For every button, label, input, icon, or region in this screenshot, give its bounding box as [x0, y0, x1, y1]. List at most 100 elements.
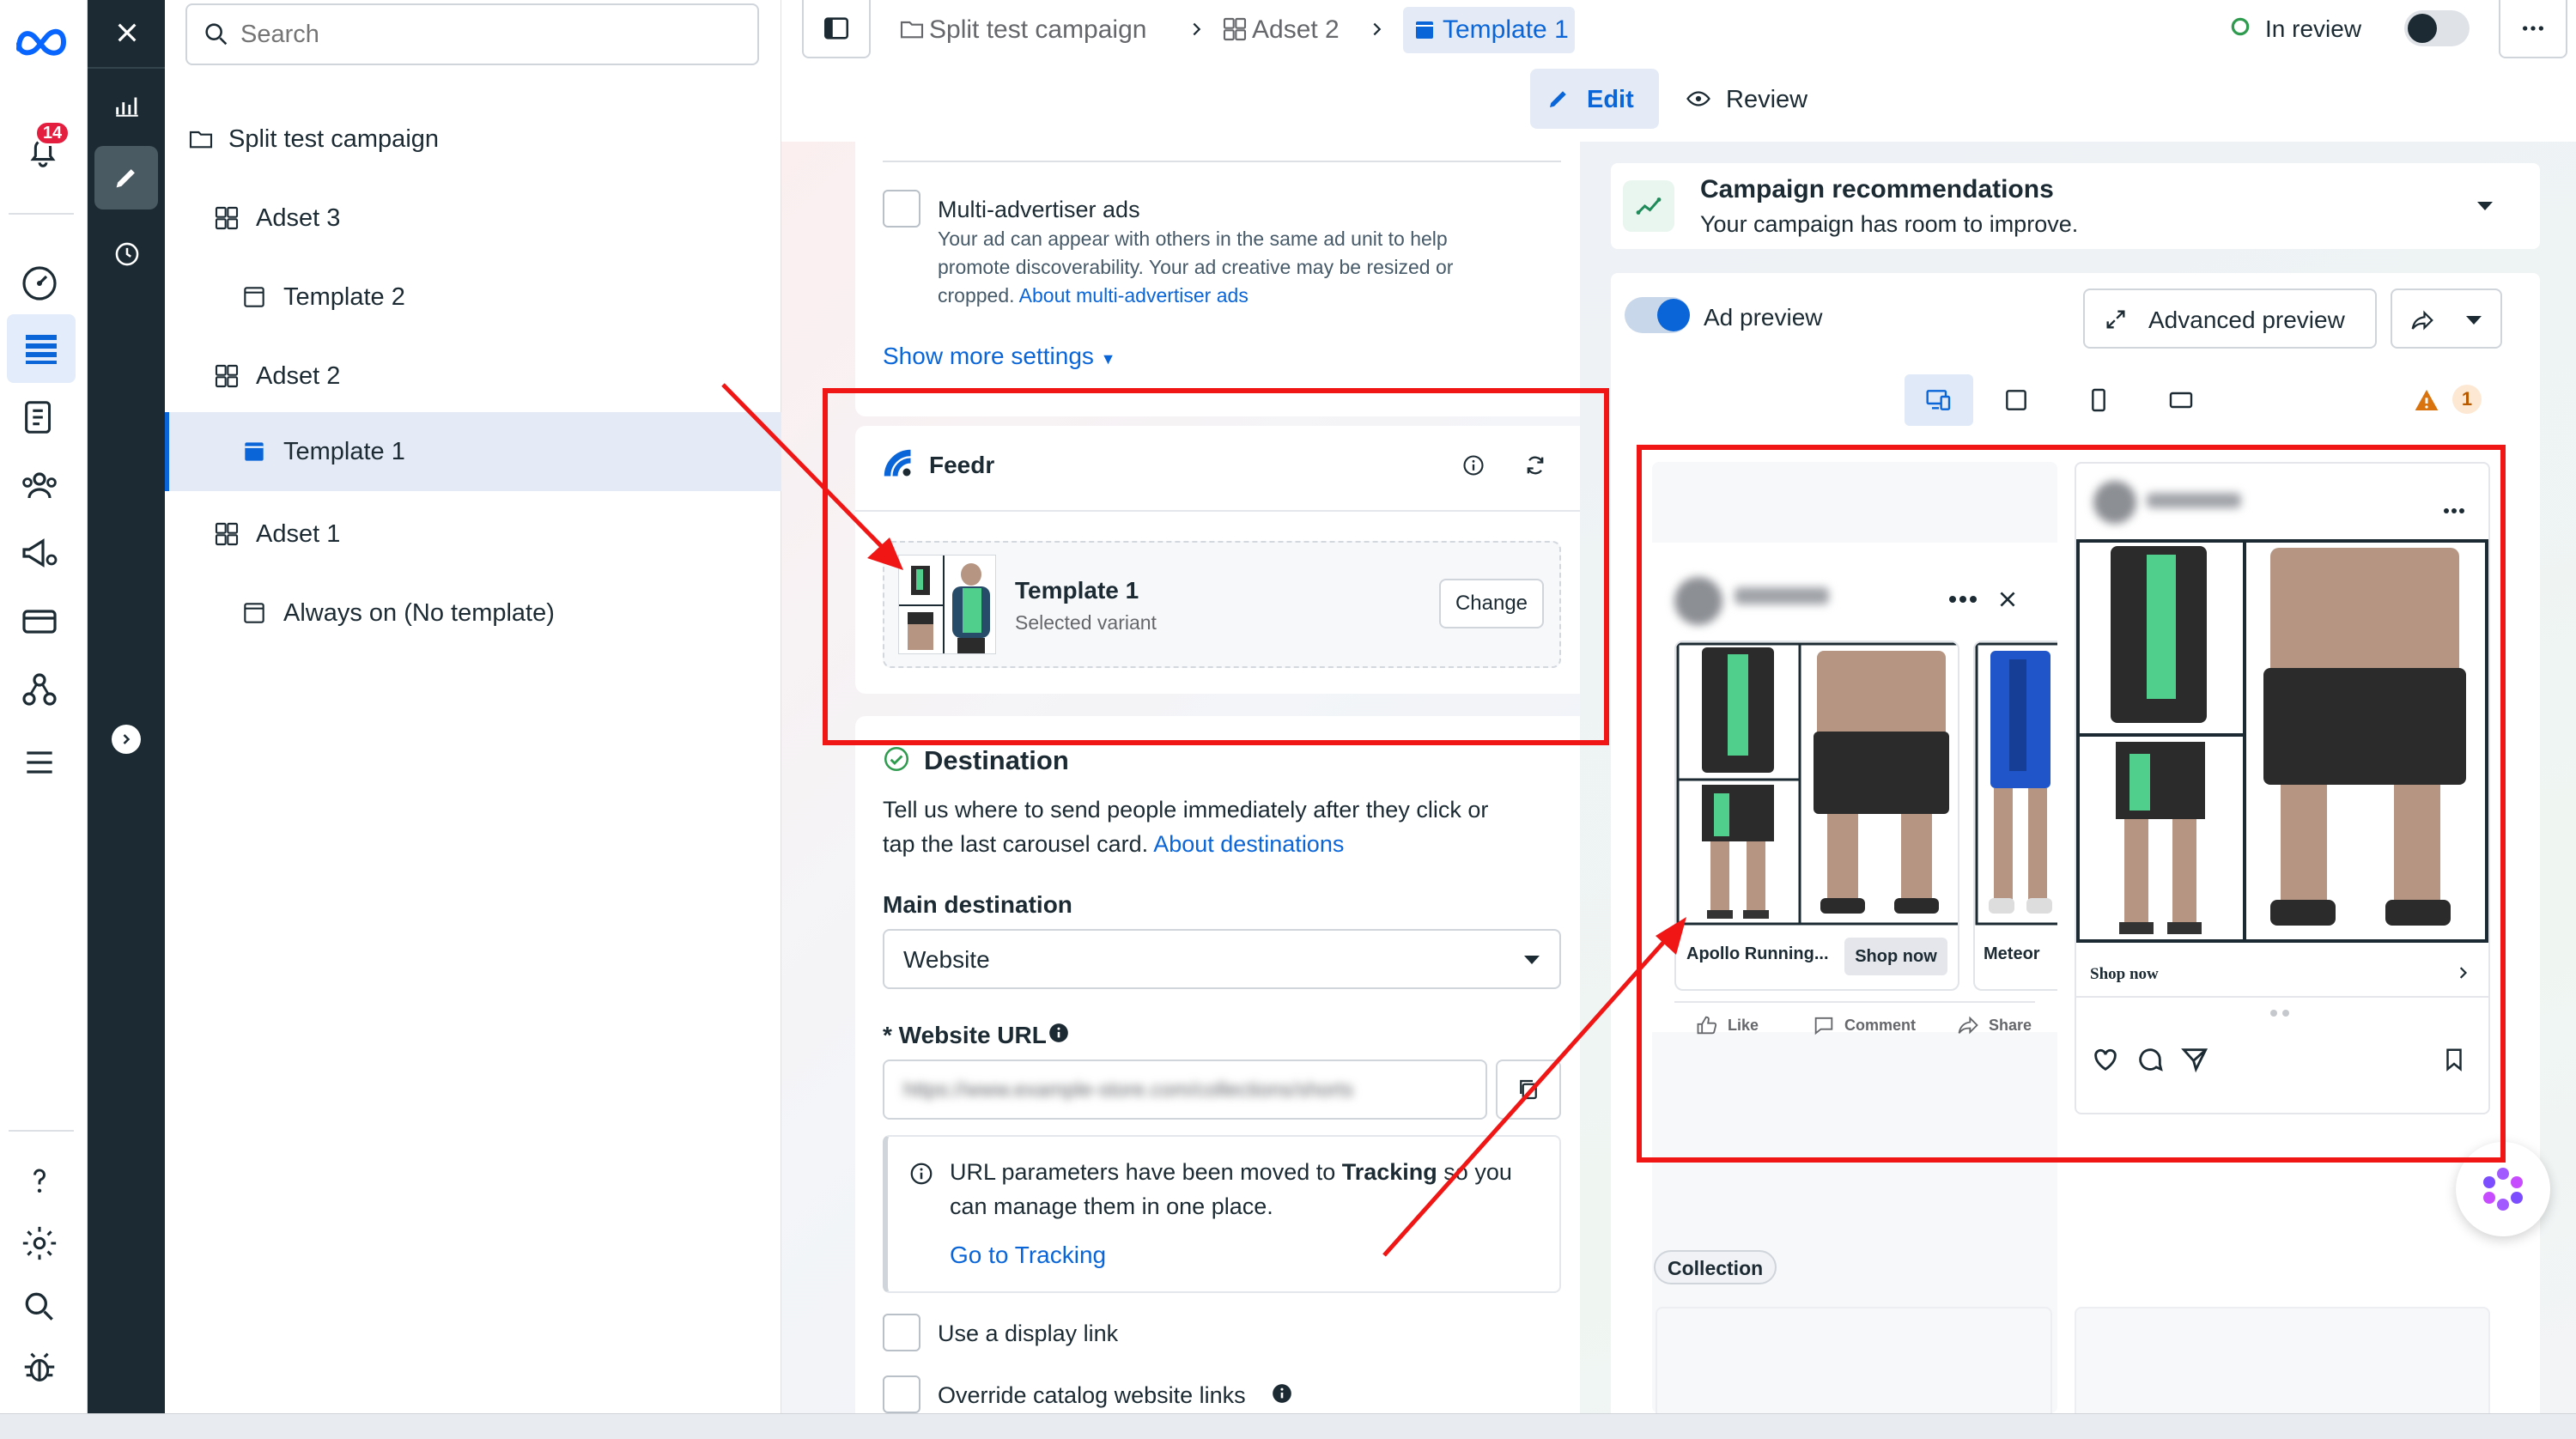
share-preview-button[interactable]: [2391, 288, 2502, 349]
multi-advertiser-desc-3-text: cropped.: [938, 284, 1015, 307]
multi-advertiser-desc-2: promote discoverability. Your ad creativ…: [938, 256, 1454, 278]
folder-icon: [896, 14, 927, 45]
portrait-format-icon[interactable]: [2078, 379, 2119, 421]
ad-preview-label: Ad preview: [1704, 304, 1823, 331]
edit-mode-button[interactable]: Edit: [1530, 69, 1659, 129]
info-filled-icon[interactable]: [1269, 1381, 1295, 1406]
expand-chevron-icon[interactable]: [112, 725, 141, 754]
ads-manager-icon[interactable]: [7, 314, 76, 383]
device-all-icon[interactable]: [1905, 374, 1973, 426]
tree-item-adset-2[interactable]: Adset 2: [165, 350, 781, 402]
more-options-button[interactable]: [2499, 0, 2567, 58]
collection-label: Collection: [1668, 1257, 1764, 1279]
breadcrumb-template-chip[interactable]: Template 1: [1403, 7, 1575, 53]
multi-advertiser-desc-3: cropped. About multi-advertiser ads: [938, 284, 1249, 307]
multi-advertiser-checkbox[interactable]: [883, 190, 920, 228]
campaign-megaphone-icon[interactable]: [14, 527, 65, 579]
copy-url-button[interactable]: [1496, 1060, 1561, 1120]
about-multi-advertiser-link[interactable]: About multi-advertiser ads: [1019, 284, 1249, 307]
website-url-label: * Website URL: [883, 1022, 1047, 1049]
destination-card: Destination Tell us where to send people…: [855, 716, 1589, 1413]
recommendations-title: Campaign recommendations: [1700, 175, 2054, 203]
meta-logo-icon[interactable]: [15, 24, 67, 58]
warning-icon[interactable]: [2409, 383, 2444, 417]
check-circle-icon: [881, 744, 912, 774]
dashboard-icon[interactable]: [14, 258, 65, 309]
about-destinations-link[interactable]: About destinations: [1153, 831, 1344, 857]
folder-icon: [185, 124, 216, 155]
breadcrumb-campaign[interactable]: Split test campaign: [929, 15, 1146, 45]
toggle-knob: [1657, 299, 1690, 331]
grid-icon: [211, 361, 242, 392]
recommendation-icon: [1623, 180, 1674, 232]
catalog-icon[interactable]: [14, 392, 65, 443]
chevron-down-icon[interactable]: [2470, 191, 2500, 222]
info-filled-icon[interactable]: [1046, 1020, 1072, 1046]
override-links-label: Override catalog website links: [938, 1382, 1246, 1408]
website-url-value: https://www.example-store.com/collection…: [903, 1078, 1354, 1102]
settings-gear-icon[interactable]: [14, 1217, 65, 1269]
toggle-panel-button[interactable]: [802, 0, 871, 58]
notification-count: 14: [42, 123, 63, 143]
template-icon: [239, 282, 270, 313]
show-more-settings-link[interactable]: Show more settings ▼: [883, 343, 1116, 370]
search-rail-icon[interactable]: [14, 1281, 65, 1333]
caret-down-icon: [2466, 316, 2482, 325]
review-mode-button[interactable]: Review: [1674, 69, 1820, 129]
help-icon[interactable]: [14, 1154, 65, 1205]
collection-preview-1: [1656, 1307, 2052, 1413]
tree-item-template-1-selected[interactable]: Template 1: [165, 412, 781, 491]
display-link-checkbox[interactable]: [883, 1314, 920, 1351]
bug-report-icon[interactable]: [14, 1343, 65, 1394]
go-to-tracking-link[interactable]: Go to Tracking: [950, 1242, 1106, 1269]
advanced-preview-button[interactable]: Advanced preview: [2083, 288, 2377, 349]
history-clock-icon[interactable]: [101, 228, 153, 280]
warning-count-badge: 1: [2452, 385, 2482, 414]
audiences-icon[interactable]: [14, 460, 65, 512]
analytics-icon[interactable]: [101, 79, 153, 131]
website-url-label-text: * Website URL: [883, 1022, 1047, 1048]
search-input[interactable]: [240, 15, 747, 53]
tree-item-campaign[interactable]: Split test campaign: [165, 113, 781, 165]
landscape-format-icon[interactable]: [2160, 379, 2202, 421]
app-rail: 14: [0, 0, 88, 1413]
breadcrumb-adset[interactable]: Adset 2: [1252, 15, 1340, 45]
tree-item-adset-3[interactable]: Adset 3: [165, 192, 781, 244]
main-destination-value: Website: [903, 946, 990, 973]
close-icon[interactable]: [101, 7, 153, 58]
sidebar-toggle-icon: [823, 17, 849, 39]
dropdown-caret-icon: [1520, 950, 1544, 970]
chevron-right-icon: [1185, 17, 1209, 41]
business-graph-icon[interactable]: [14, 665, 65, 716]
grid-icon: [211, 519, 242, 549]
status-circle-icon: [2227, 14, 2253, 39]
recommendations-card[interactable]: Campaign recommendations Your campaign h…: [1611, 163, 2540, 249]
tree-item-label: Template 1: [283, 438, 405, 465]
destination-title: Destination: [924, 745, 1069, 775]
tracking-notice-line-1: URL parameters have been moved to Tracki…: [950, 1159, 1512, 1186]
advanced-preview-label: Advanced preview: [2148, 307, 2345, 333]
ad-preview-toggle[interactable]: [1625, 297, 1690, 333]
tree-item-label: Adset 2: [256, 362, 341, 390]
menu-icon[interactable]: [14, 737, 65, 788]
status-toggle[interactable]: [2404, 10, 2470, 46]
info-icon: [907, 1159, 936, 1188]
search-box[interactable]: [185, 3, 759, 65]
chevron-right-icon: [1365, 17, 1389, 41]
billing-card-icon[interactable]: [14, 596, 65, 647]
caret-down-icon: ▼: [1100, 350, 1116, 367]
tree-item-always-on[interactable]: Always on (No template): [165, 587, 781, 639]
square-format-icon[interactable]: [1996, 379, 2037, 421]
website-url-input[interactable]: https://www.example-store.com/collection…: [883, 1060, 1487, 1120]
main-destination-select[interactable]: Website: [883, 929, 1561, 989]
template-icon: [239, 436, 270, 467]
tree-item-template-2[interactable]: Template 2: [165, 271, 781, 323]
copy-icon: [1520, 1079, 1537, 1100]
tracking-notice-line-2: can manage them in one place.: [950, 1193, 1273, 1219]
tree-item-label: Adset 3: [256, 204, 341, 232]
tool-divider: [88, 67, 165, 69]
tree-item-adset-1[interactable]: Adset 1: [165, 508, 781, 560]
tracking-notice-text-c: so you: [1437, 1159, 1512, 1185]
edit-pencil-tool-icon[interactable]: [94, 146, 158, 209]
override-links-checkbox[interactable]: [883, 1375, 920, 1413]
